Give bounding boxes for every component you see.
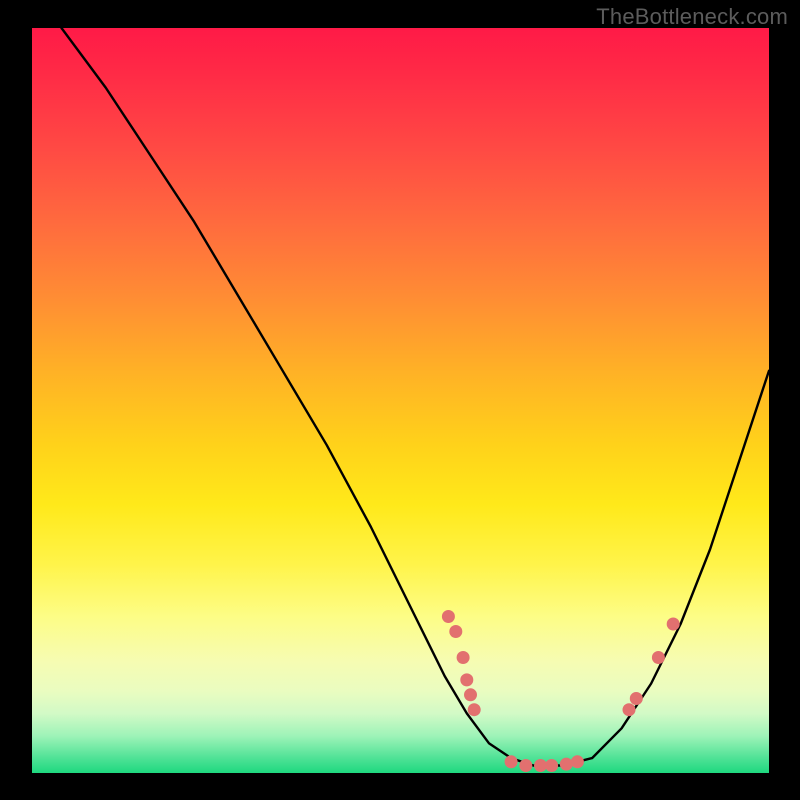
data-point bbox=[623, 703, 636, 716]
data-point bbox=[630, 692, 643, 705]
data-point bbox=[667, 618, 680, 631]
data-point bbox=[534, 759, 547, 772]
plot-area bbox=[32, 28, 769, 773]
chart-frame: TheBottleneck.com bbox=[0, 0, 800, 800]
data-point bbox=[442, 610, 455, 623]
data-point bbox=[464, 688, 477, 701]
data-point bbox=[519, 759, 532, 772]
data-point bbox=[545, 759, 558, 772]
data-point bbox=[468, 703, 481, 716]
data-point bbox=[449, 625, 462, 638]
data-point bbox=[560, 758, 573, 771]
watermark-text: TheBottleneck.com bbox=[596, 4, 788, 30]
data-point bbox=[457, 651, 470, 664]
data-point bbox=[571, 755, 584, 768]
data-point bbox=[652, 651, 665, 664]
highlighted-points bbox=[442, 610, 680, 772]
data-point bbox=[460, 673, 473, 686]
data-point bbox=[505, 755, 518, 768]
chart-svg bbox=[32, 28, 769, 773]
